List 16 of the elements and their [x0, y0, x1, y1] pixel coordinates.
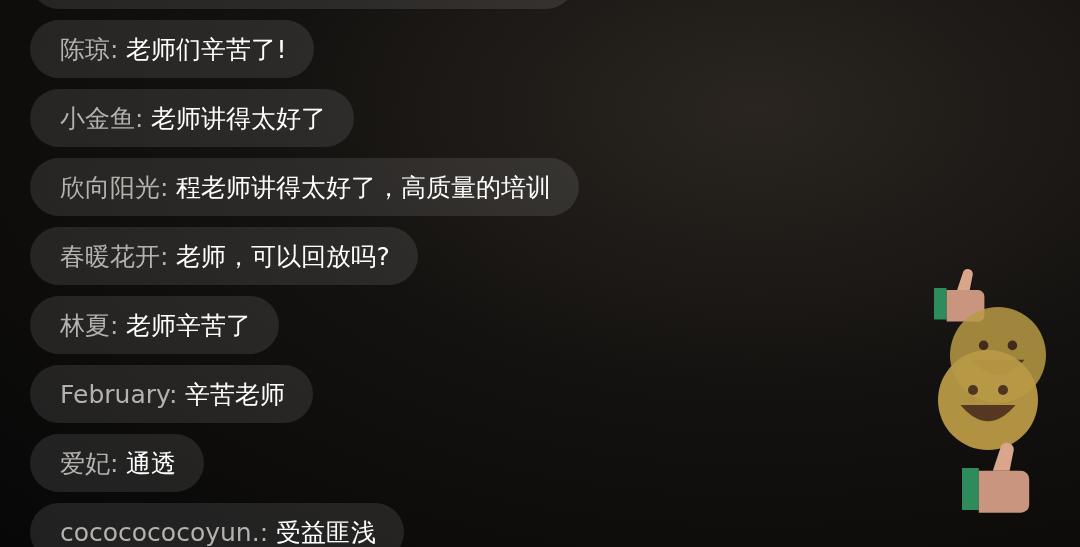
- message-text: 老师，可以回放吗?: [176, 240, 390, 273]
- message-text: 程老师讲得太好了，高质量的培训: [176, 171, 552, 204]
- message-text: 辛苦老师: [185, 378, 286, 411]
- user-name: 林夏:: [60, 309, 119, 342]
- message-text: 老师讲得太好了: [151, 102, 327, 135]
- message-text: 老师们辛苦了!: [126, 33, 287, 66]
- user-name: 陈琼:: [60, 33, 119, 66]
- message-text: 受益匪浅: [276, 516, 377, 547]
- user-name: cococococoyun.:: [60, 517, 269, 547]
- message-text: 通透: [126, 447, 177, 480]
- user-name: 爱妃:: [60, 447, 119, 480]
- user-name: 小金鱼:: [60, 102, 144, 135]
- user-name: February:: [60, 379, 178, 409]
- user-name: 欣向阳光:: [60, 171, 169, 204]
- message-text: 老师辛苦了: [126, 309, 252, 342]
- user-name: 春暖花开:: [60, 240, 169, 273]
